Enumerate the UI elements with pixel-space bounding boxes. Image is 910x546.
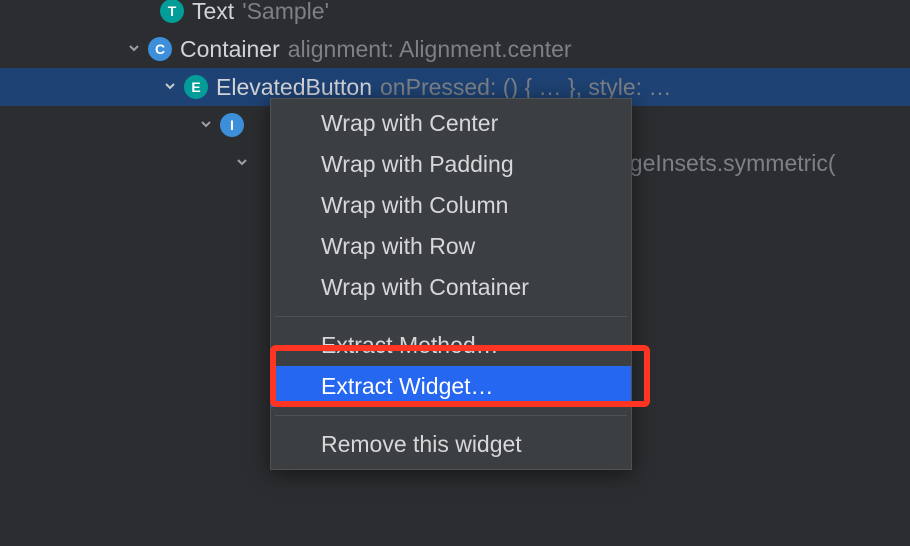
badge-t-icon: T bbox=[160, 0, 184, 23]
menu-item-wrap-center[interactable]: Wrap with Center bbox=[271, 103, 631, 144]
menu-item-wrap-container[interactable]: Wrap with Container bbox=[271, 267, 631, 308]
menu-item-remove-widget[interactable]: Remove this widget bbox=[271, 424, 631, 465]
chevron-down-icon[interactable] bbox=[160, 80, 180, 92]
widget-props: onPressed: () { … }, style: … bbox=[380, 74, 671, 101]
widget-props: 'Sample' bbox=[242, 0, 329, 25]
widget-props: dgeInsets.symmetric( bbox=[617, 150, 836, 177]
badge-i-icon: I bbox=[220, 113, 244, 137]
menu-group-extract: Extract Method… Extract Widget… bbox=[271, 321, 631, 411]
menu-item-extract-widget[interactable]: Extract Widget… bbox=[271, 366, 631, 407]
tree-row-container[interactable]: C Container alignment: Alignment.center bbox=[0, 30, 910, 68]
menu-separator bbox=[275, 415, 627, 416]
menu-item-wrap-column[interactable]: Wrap with Column bbox=[271, 185, 631, 226]
context-menu: Wrap with Center Wrap with Padding Wrap … bbox=[270, 98, 632, 470]
menu-item-extract-method[interactable]: Extract Method… bbox=[271, 325, 631, 366]
chevron-down-icon[interactable] bbox=[196, 118, 216, 130]
menu-item-wrap-row[interactable]: Wrap with Row bbox=[271, 226, 631, 267]
widget-name: ElevatedButton bbox=[216, 74, 372, 101]
menu-group-remove: Remove this widget bbox=[271, 420, 631, 469]
badge-c-icon: C bbox=[148, 37, 172, 61]
menu-group-wrap: Wrap with Center Wrap with Padding Wrap … bbox=[271, 99, 631, 312]
tree-row-text[interactable]: T Text 'Sample' bbox=[0, 0, 910, 30]
chevron-down-icon[interactable] bbox=[124, 42, 144, 54]
widget-props: alignment: Alignment.center bbox=[288, 36, 572, 63]
widget-name: Container bbox=[180, 36, 280, 63]
widget-name: Text bbox=[192, 0, 234, 25]
menu-separator bbox=[275, 316, 627, 317]
menu-item-wrap-padding[interactable]: Wrap with Padding bbox=[271, 144, 631, 185]
badge-e-icon: E bbox=[184, 75, 208, 99]
chevron-down-icon[interactable] bbox=[232, 156, 252, 168]
